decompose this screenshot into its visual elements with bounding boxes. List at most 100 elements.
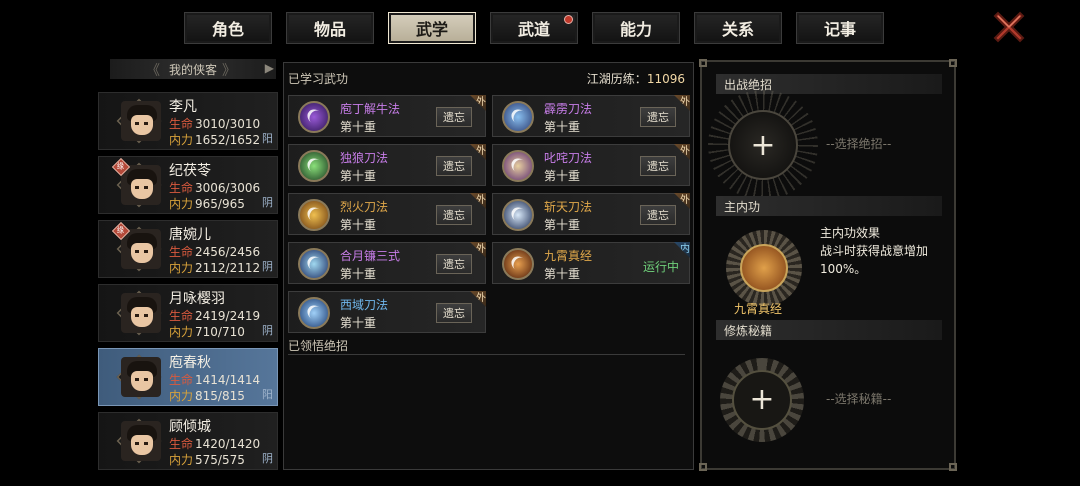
tab-label: 关系 [721,20,754,39]
skill-card-paoding[interactable]: 庖丁解牛法 第十重 遗忘 外 [288,95,486,137]
close-icon[interactable] [990,8,1028,46]
avatar [121,357,161,397]
manual-slot-inner: + [732,370,792,430]
avatar [121,101,161,141]
hero-card-pao-chunqiu[interactable]: 庖春秋 生命 1414/1414 内力 815/815 阳 [98,348,278,406]
forget-button[interactable]: 遗忘 [436,107,472,127]
comprehended-header: 已领悟绝招 [288,339,349,353]
avatar [121,421,161,461]
skill-card-xiyu[interactable]: 西域刀法 第十重 遗忘 外 [288,291,486,333]
skill-type-tag: 外 [470,193,486,209]
hero-card-gu-qingcheng[interactable]: 顾倾城 生命 1420/1420 内力 575/575 阴 [98,412,278,470]
tab-label: 武道 [517,20,550,39]
forget-button[interactable]: 遗忘 [640,156,676,176]
forget-button[interactable]: 遗忘 [436,156,472,176]
skill-level: 第十重 [340,218,377,232]
decor-chevron-icon: 《 [146,63,160,79]
skill-level: 第十重 [340,267,377,281]
forget-button[interactable]: 遗忘 [640,107,676,127]
core-skill-header: 主内功 [716,196,942,216]
hero-card-tang-waner[interactable]: 缘 唐婉儿 生命 2456/2456 内力 2112/2112 阴 [98,220,278,278]
frame-corner [699,463,707,471]
hero-mp: 内力 965/965 [169,197,245,211]
skill-name: 合月镰三式 [340,249,401,263]
hero-hp: 生命 2419/2419 [169,309,261,323]
tab-role[interactable]: 角色 [184,12,272,44]
tab-items[interactable]: 物品 [286,12,374,44]
hero-hp: 生命 3010/3010 [169,117,261,131]
tab-relations[interactable]: 关系 [694,12,782,44]
skill-type-tag: 外 [470,144,486,160]
frame-corner [949,59,957,67]
frame-corner [699,59,707,67]
forget-button[interactable]: 遗忘 [436,254,472,274]
yin-yang-label: 阴 [262,196,273,209]
tab-martial-path[interactable]: 武道 [490,12,578,44]
lightning-blade-icon [502,101,534,133]
skill-card-pili[interactable]: 霹雳刀法 第十重 遗忘 外 [492,95,690,137]
skill-type-tag: 外 [674,95,690,111]
ultimate-placeholder: --选择绝招-- [826,137,892,151]
martial-arts-panel: 已学习武功 江湖历练：11096 庖丁解牛法 第十重 遗忘 外 霹雳刀法 第十重… [283,62,694,470]
core-skill-slot[interactable] [726,230,802,306]
skill-card-dulang[interactable]: 独狼刀法 第十重 遗忘 外 [288,144,486,186]
skill-type-tag: 外 [470,95,486,111]
skill-name: 九霄真经 [544,249,593,263]
yin-yang-label: 阳 [262,388,273,401]
skill-name: 烈火刀法 [340,200,389,214]
tab-label: 角色 [211,20,244,39]
frame-corner [949,463,957,471]
jianghu-experience: 江湖历练：11096 [586,72,685,86]
forget-button[interactable]: 遗忘 [436,205,472,225]
skill-level: 第十重 [340,120,377,134]
decor-chevron-icon: 》 [222,63,236,79]
hero-mp: 内力 2112/2112 [169,261,261,275]
skill-name: 霹雳刀法 [544,102,593,116]
tab-ability[interactable]: 能力 [592,12,680,44]
skill-name: 叱咤刀法 [544,151,593,165]
avatar [121,293,161,333]
hero-name: 顾倾城 [169,419,211,435]
nine-heavens-icon [740,244,788,292]
skill-level: 第十重 [340,316,377,330]
yin-yang-label: 阴 [262,260,273,273]
skill-level: 第十重 [544,267,581,281]
ultimate-slot[interactable]: + [728,110,798,180]
manual-slot[interactable]: + [720,358,804,442]
skill-card-chizha[interactable]: 叱咤刀法 第十重 遗忘 外 [492,144,690,186]
skill-card-liehuo[interactable]: 烈火刀法 第十重 遗忘 外 [288,193,486,235]
skill-level: 第十重 [340,169,377,183]
tab-martial-arts[interactable]: 武学 [388,12,476,44]
equip-panel: 出战绝招 + --选择绝招-- 主内功 九霄真经 主内功效果 战斗时获得战意增加… [699,59,957,471]
tab-label: 物品 [313,20,346,39]
forget-button[interactable]: 遗忘 [640,205,676,225]
tab-journal[interactable]: 记事 [796,12,884,44]
skill-card-zhantian[interactable]: 斩天刀法 第十重 遗忘 外 [492,193,690,235]
arrow-right-icon[interactable]: ▶ [265,61,274,75]
hero-hp: 生命 3006/3006 [169,181,261,195]
skill-type-tag: 外 [470,291,486,307]
skill-card-heyue[interactable]: 合月镰三式 第十重 遗忘 外 [288,242,486,284]
divider [288,354,685,355]
skill-name: 庖丁解牛法 [340,102,401,116]
hero-card-li-fan[interactable]: 李凡 生命 3010/3010 内力 1652/1652 阳 [98,92,278,150]
wolf-claw-icon [298,150,330,182]
tab-label: 能力 [619,20,652,39]
hero-card-ji-fuling[interactable]: 缘 纪茯苓 生命 3006/3006 内力 965/965 阴 [98,156,278,214]
hero-list: 李凡 生命 3010/3010 内力 1652/1652 阳 缘 纪茯苓 生命 300… [98,92,278,476]
tab-label: 记事 [823,20,856,39]
skill-card-jiuxiao[interactable]: 九霄真经 第十重 运行中 内 [492,242,690,284]
hero-card-yueyong-yingyu[interactable]: 月咏樱羽 生命 2419/2419 内力 710/710 阴 [98,284,278,342]
skill-level: 第十重 [544,120,581,134]
hero-name: 唐婉儿 [169,227,211,243]
learned-header: 已学习武功 [288,72,349,86]
skill-type-tag: 外 [470,242,486,258]
hero-name: 李凡 [169,99,197,115]
hero-hp: 生命 1420/1420 [169,437,261,451]
skill-type-tag: 外 [674,144,690,160]
roar-blade-icon [502,150,534,182]
forget-button[interactable]: 遗忘 [436,303,472,323]
roster-header: 《 我的侠客 》 ▶ [110,59,276,79]
sky-slash-icon [502,199,534,231]
avatar [121,165,161,205]
